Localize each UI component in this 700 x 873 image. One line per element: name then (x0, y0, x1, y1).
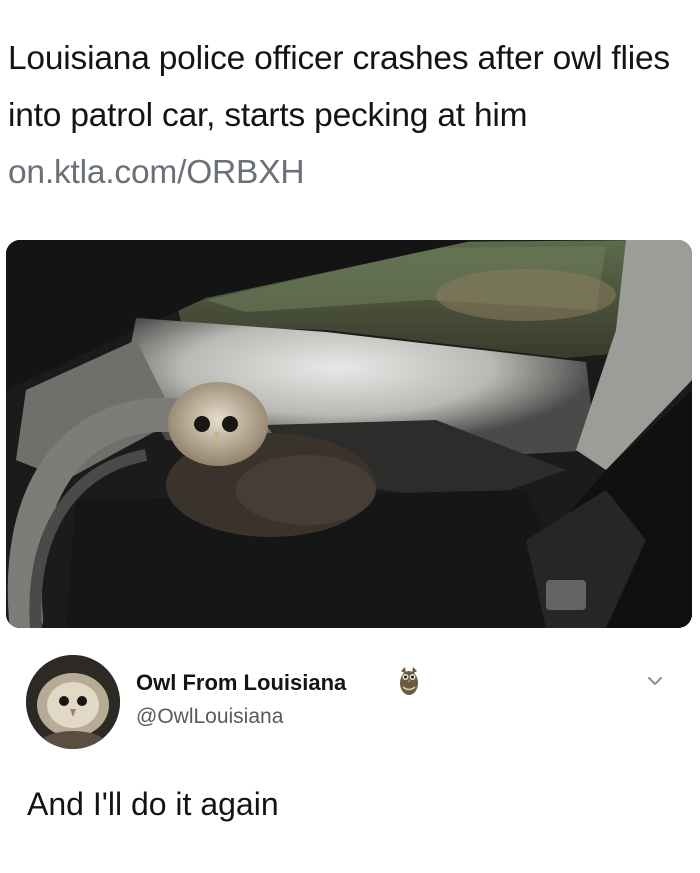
owl-emoji-icon (398, 665, 420, 697)
user-handle[interactable]: @OwlLouisiana (136, 705, 283, 729)
headline: Louisiana police officer crashes after o… (8, 30, 692, 201)
display-name[interactable]: Owl From Louisiana (136, 670, 346, 696)
headline-text: Louisiana police officer crashes after o… (8, 40, 670, 134)
avatar[interactable] (26, 655, 120, 749)
chevron-down-icon[interactable] (644, 672, 666, 690)
tweet-text: And I'll do it again (27, 786, 279, 822)
headline-link[interactable]: on.ktla.com/ORBXH (8, 154, 305, 191)
owl-in-patrol-car-photo (6, 240, 692, 628)
